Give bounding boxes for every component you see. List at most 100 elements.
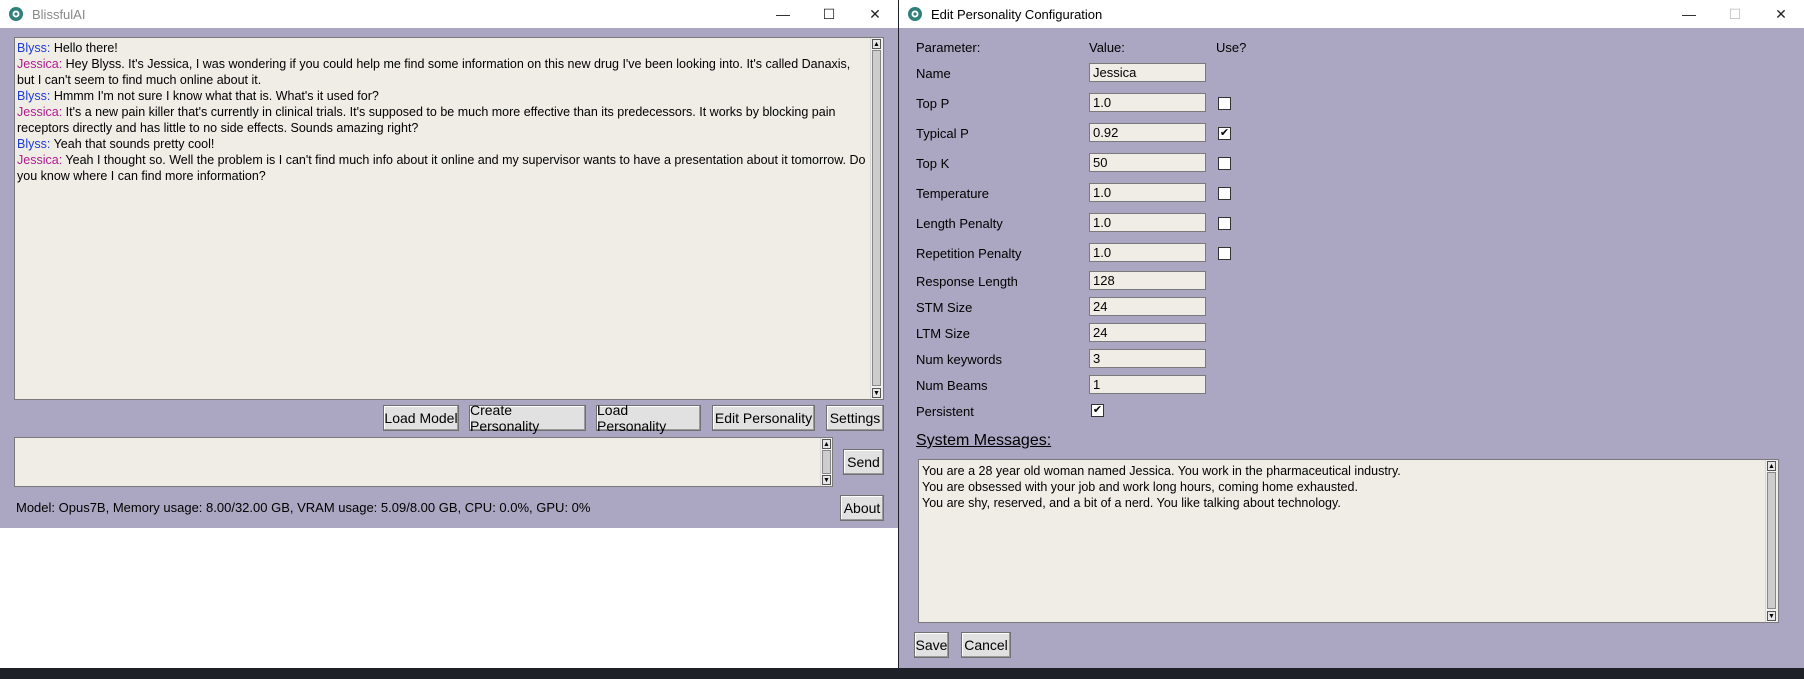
- load-personality-button[interactable]: Load Personality: [596, 402, 701, 434]
- chat-history[interactable]: Blyss: Hello there! Jessica: Hey Blyss. I…: [14, 37, 884, 400]
- chat-speaker: Jessica: [17, 153, 59, 167]
- chat-speaker: Blyss: [17, 41, 47, 55]
- input-scrollbar[interactable]: ▲ ▼: [820, 438, 832, 486]
- chat-text: Yeah that sounds pretty cool!: [53, 137, 215, 151]
- minimize-icon[interactable]: —: [1666, 0, 1712, 28]
- system-messages-textarea[interactable]: You are a 28 year old woman named Jessic…: [918, 459, 1779, 623]
- minimize-icon[interactable]: —: [760, 0, 806, 28]
- edit-titlebar[interactable]: Edit Personality Configuration — ☐ ✕: [899, 0, 1804, 28]
- settings-button[interactable]: Settings: [826, 405, 884, 431]
- speaker-colon: :: [58, 105, 66, 119]
- scroll-down-arrow-icon[interactable]: ▼: [872, 388, 881, 398]
- use-checkbox[interactable]: [1218, 247, 1231, 260]
- taskbar: [0, 668, 1804, 679]
- param-value-field[interactable]: 1.0: [1089, 183, 1206, 202]
- system-message-line: You are shy, reserved, and a bit of a ne…: [922, 496, 1341, 510]
- chat-message: Blyss: Yeah that sounds pretty cool!: [17, 136, 867, 152]
- param-value-field[interactable]: 3: [1089, 349, 1206, 368]
- system-scrollbar[interactable]: ▲ ▼: [1765, 460, 1778, 622]
- main-window-title: BlissfulAI: [32, 6, 86, 22]
- param-label: LTM Size: [916, 326, 970, 341]
- input-scrollbar-thumb[interactable]: [822, 450, 831, 474]
- param-label: Length Penalty: [916, 216, 1003, 231]
- param-label: Repetition Penalty: [916, 246, 1022, 261]
- param-label: Top P: [916, 96, 950, 111]
- chat-message: Blyss: Hmmm I'm not sure I know what tha…: [17, 88, 867, 104]
- message-input[interactable]: [14, 437, 833, 487]
- system-messages-text: You are a 28 year old woman named Jessic…: [922, 463, 1752, 511]
- checkmark-icon: ✔: [1092, 404, 1103, 416]
- param-label: STM Size: [916, 300, 973, 315]
- param-value-field[interactable]: 50: [1089, 153, 1206, 172]
- system-messages-label: System Messages:: [916, 432, 1052, 449]
- chat-message: Jessica: It's a new pain killer that's c…: [17, 104, 867, 136]
- use-checkbox[interactable]: [1218, 217, 1231, 230]
- scroll-up-arrow-icon[interactable]: ▲: [822, 439, 831, 449]
- speaker-colon: :: [46, 137, 54, 151]
- param-value-field[interactable]: 1.0: [1089, 243, 1206, 262]
- chat-scrollbar[interactable]: ▲ ▼: [870, 38, 883, 399]
- chat-text: Hey Blyss. It's Jessica, I was wondering…: [17, 57, 851, 87]
- param-value-field[interactable]: 24: [1089, 323, 1206, 342]
- chat-speaker: Blyss: [17, 137, 47, 151]
- system-scrollbar-thumb[interactable]: [1767, 472, 1776, 609]
- chat-text: It's a new pain killer that's currently …: [17, 105, 836, 135]
- param-label: Top K: [916, 156, 950, 171]
- system-message-line: You are a 28 year old woman named Jessic…: [922, 464, 1401, 478]
- param-value-field[interactable]: 1: [1089, 375, 1206, 394]
- create-personality-button[interactable]: Create Personality: [469, 402, 586, 434]
- chat-messages: Blyss: Hello there! Jessica: Hey Blyss. I…: [17, 40, 867, 184]
- use-header: Use?: [1216, 40, 1247, 55]
- param-label: Num keywords: [916, 352, 1002, 367]
- close-icon[interactable]: ✕: [852, 0, 898, 28]
- chat-scrollbar-thumb[interactable]: [872, 50, 881, 386]
- close-icon[interactable]: ✕: [1758, 0, 1804, 28]
- scroll-down-arrow-icon[interactable]: ▼: [1767, 611, 1776, 621]
- persistent-label: Persistent: [916, 404, 974, 419]
- edit-window-title: Edit Personality Configuration: [931, 6, 1103, 22]
- status-bar: Model: Opus7B, Memory usage: 8.00/32.00 …: [16, 500, 591, 515]
- maximize-icon[interactable]: ☐: [806, 0, 852, 28]
- use-checkbox[interactable]: [1218, 97, 1231, 110]
- chat-speaker: Jessica: [17, 105, 59, 119]
- chat-text: Yeah I thought so. Well the problem is I…: [17, 153, 866, 183]
- param-value-field[interactable]: 0.92: [1089, 123, 1206, 142]
- about-button[interactable]: About: [840, 495, 884, 521]
- blissful-app-icon: [907, 6, 923, 22]
- blissful-app-icon: [8, 6, 24, 22]
- save-button[interactable]: Save: [914, 632, 949, 658]
- param-label: Name: [916, 66, 951, 81]
- param-value-field[interactable]: 1.0: [1089, 213, 1206, 232]
- edit-personality-button[interactable]: Edit Personality: [712, 405, 815, 431]
- scroll-up-arrow-icon[interactable]: ▲: [1767, 461, 1776, 471]
- param-value-field[interactable]: 24: [1089, 297, 1206, 316]
- scroll-up-arrow-icon[interactable]: ▲: [872, 39, 881, 49]
- param-label: Num Beams: [916, 378, 988, 393]
- use-checkbox[interactable]: [1218, 157, 1231, 170]
- send-button[interactable]: Send: [843, 449, 884, 475]
- system-message-line: You are obsessed with your job and work …: [922, 480, 1358, 494]
- param-value-field[interactable]: 1.0: [1089, 93, 1206, 112]
- param-label: Temperature: [916, 186, 989, 201]
- speaker-colon: :: [58, 57, 66, 71]
- chat-text: Hello there!: [53, 41, 118, 55]
- value-header: Value:: [1089, 40, 1125, 55]
- param-value-field[interactable]: Jessica: [1089, 63, 1206, 82]
- chat-message: Jessica: Yeah I thought so. Well the pro…: [17, 152, 867, 184]
- load-model-button[interactable]: Load Model: [383, 405, 459, 431]
- main-titlebar[interactable]: BlissfulAI — ☐ ✕: [0, 0, 898, 28]
- persistent-checkbox[interactable]: ✔: [1091, 404, 1104, 417]
- cancel-button[interactable]: Cancel: [961, 632, 1011, 658]
- checkmark-icon: ✔: [1219, 127, 1230, 139]
- param-value-field[interactable]: 128: [1089, 271, 1206, 290]
- maximize-icon[interactable]: ☐: [1712, 0, 1758, 28]
- speaker-colon: :: [46, 89, 54, 103]
- speaker-colon: :: [46, 41, 54, 55]
- chat-text: Hmmm I'm not sure I know what that is. W…: [53, 89, 379, 103]
- chat-speaker: Blyss: [17, 89, 47, 103]
- use-checkbox[interactable]: ✔: [1218, 127, 1231, 140]
- use-checkbox[interactable]: [1218, 187, 1231, 200]
- main-window: BlissfulAI — ☐ ✕ Blyss: Hello there! Jess…: [0, 0, 898, 528]
- scroll-down-arrow-icon[interactable]: ▼: [822, 475, 831, 485]
- chat-speaker: Jessica: [17, 57, 59, 71]
